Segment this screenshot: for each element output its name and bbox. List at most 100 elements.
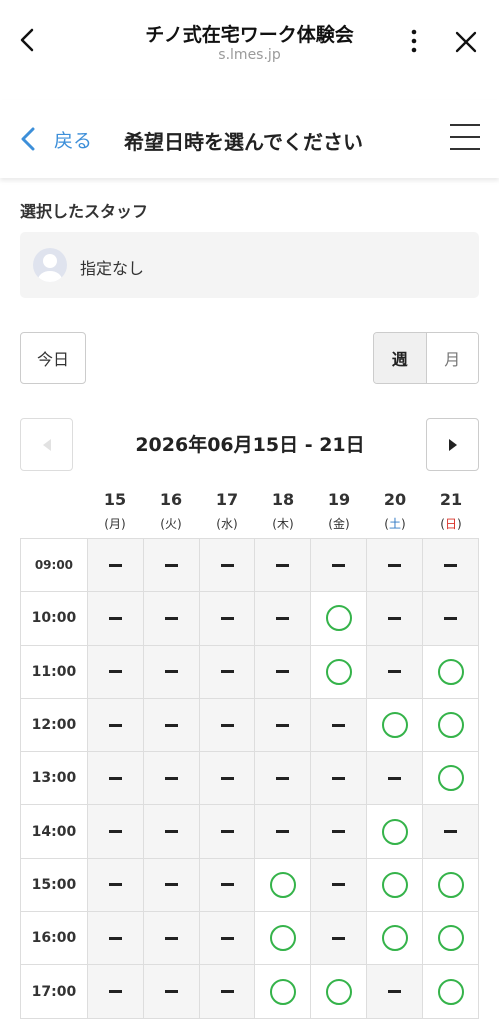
- available-slot[interactable]: [255, 965, 312, 1019]
- unavailable-slot: [87, 965, 144, 1019]
- available-slot[interactable]: [311, 645, 368, 699]
- unavailable-slot: [199, 752, 256, 806]
- available-slot[interactable]: [423, 645, 479, 699]
- day-header: 20 (土): [367, 490, 423, 532]
- available-circle-icon: [325, 658, 352, 685]
- day-weekday: (水): [216, 517, 238, 531]
- unavailable-dash-icon: [220, 723, 234, 727]
- page-title: 希望日時を選んでください: [124, 130, 363, 154]
- person-icon: [38, 254, 62, 282]
- day-header: 15 (月): [87, 490, 143, 532]
- time-label: 17:00: [21, 965, 88, 1019]
- unavailable-slot: [367, 539, 424, 593]
- available-slot[interactable]: [367, 805, 424, 859]
- unavailable-slot: [199, 698, 256, 753]
- available-slot[interactable]: [423, 698, 479, 753]
- time-label: 10:00: [21, 592, 88, 646]
- close-icon[interactable]: [452, 28, 480, 56]
- unavailable-dash-icon: [108, 723, 122, 727]
- unavailable-dash-icon: [220, 990, 234, 994]
- unavailable-dash-icon: [108, 776, 122, 780]
- unavailable-slot: [255, 698, 312, 753]
- unavailable-slot: [199, 912, 256, 966]
- unavailable-dash-icon: [388, 616, 402, 620]
- day-header: 21 (日): [423, 490, 479, 532]
- available-circle-icon: [269, 978, 296, 1005]
- unavailable-dash-icon: [332, 883, 346, 887]
- day-header: 16 (火): [143, 490, 199, 532]
- next-week-button[interactable]: [426, 418, 479, 471]
- time-label: 15:00: [21, 858, 88, 913]
- unavailable-dash-icon: [276, 830, 290, 834]
- unavailable-slot: [255, 592, 312, 646]
- hamburger-menu-icon[interactable]: [450, 124, 480, 152]
- time-label: 11:00: [21, 645, 88, 699]
- available-slot[interactable]: [311, 965, 368, 1019]
- unavailable-slot: [87, 645, 144, 699]
- available-circle-icon: [437, 871, 464, 898]
- week-view-button[interactable]: 週: [374, 333, 427, 383]
- unavailable-slot: [199, 858, 256, 913]
- available-slot[interactable]: [255, 912, 312, 966]
- month-view-button[interactable]: 月: [426, 333, 478, 383]
- available-circle-icon: [381, 712, 408, 739]
- unavailable-dash-icon: [276, 723, 290, 727]
- available-circle-icon: [437, 978, 464, 1005]
- available-slot[interactable]: [255, 858, 312, 913]
- app-header: 戻る 希望日時を選んでください: [0, 100, 499, 178]
- unavailable-slot: [199, 645, 256, 699]
- available-slot[interactable]: [423, 912, 479, 966]
- today-button[interactable]: 今日: [20, 332, 86, 384]
- previous-week-button[interactable]: [20, 418, 73, 471]
- unavailable-dash-icon: [332, 830, 346, 834]
- browser-bar: チノ式在宅ワーク体験会 s.lmes.jp: [0, 0, 499, 82]
- unavailable-dash-icon: [220, 936, 234, 940]
- available-slot[interactable]: [423, 752, 479, 806]
- unavailable-slot: [423, 539, 479, 593]
- unavailable-slot: [143, 965, 200, 1019]
- unavailable-dash-icon: [108, 883, 122, 887]
- back-label: 戻る: [54, 129, 93, 152]
- available-slot[interactable]: [311, 592, 368, 646]
- available-circle-icon: [437, 925, 464, 952]
- day-weekday: (火): [160, 517, 182, 531]
- day-number: 19: [327, 490, 351, 509]
- day-weekday: (金): [328, 517, 350, 531]
- more-options-icon[interactable]: [402, 26, 426, 56]
- available-slot[interactable]: [423, 858, 479, 913]
- time-slot-row: 16:00: [21, 912, 479, 966]
- weekday-label: 金: [332, 517, 345, 531]
- unavailable-slot: [255, 805, 312, 859]
- unavailable-dash-icon: [164, 883, 178, 887]
- time-slot-row: 14:00: [21, 805, 479, 859]
- time-label: 12:00: [21, 698, 88, 753]
- unavailable-dash-icon: [276, 776, 290, 780]
- unavailable-dash-icon: [164, 616, 178, 620]
- unavailable-slot: [87, 912, 144, 966]
- unavailable-dash-icon: [220, 616, 234, 620]
- unavailable-slot: [143, 858, 200, 913]
- day-weekday: (日): [440, 517, 462, 531]
- unavailable-dash-icon: [108, 616, 122, 620]
- unavailable-dash-icon: [164, 830, 178, 834]
- unavailable-slot: [367, 965, 424, 1019]
- back-button[interactable]: 戻る: [18, 122, 92, 156]
- unavailable-dash-icon: [164, 776, 178, 780]
- unavailable-dash-icon: [164, 723, 178, 727]
- chevron-left-icon: [21, 127, 35, 151]
- time-label: 13:00: [21, 752, 88, 806]
- available-circle-icon: [325, 978, 352, 1005]
- unavailable-slot: [199, 965, 256, 1019]
- day-number: 21: [439, 490, 463, 509]
- available-slot[interactable]: [367, 912, 424, 966]
- unavailable-dash-icon: [108, 670, 122, 674]
- available-slot[interactable]: [423, 965, 479, 1019]
- day-weekday: (木): [272, 517, 294, 531]
- day-header: 18 (木): [255, 490, 311, 532]
- day-header: 17 (水): [199, 490, 255, 532]
- available-slot[interactable]: [367, 698, 424, 753]
- available-slot[interactable]: [367, 858, 424, 913]
- unavailable-dash-icon: [164, 990, 178, 994]
- available-circle-icon: [269, 871, 296, 898]
- available-circle-icon: [325, 605, 352, 632]
